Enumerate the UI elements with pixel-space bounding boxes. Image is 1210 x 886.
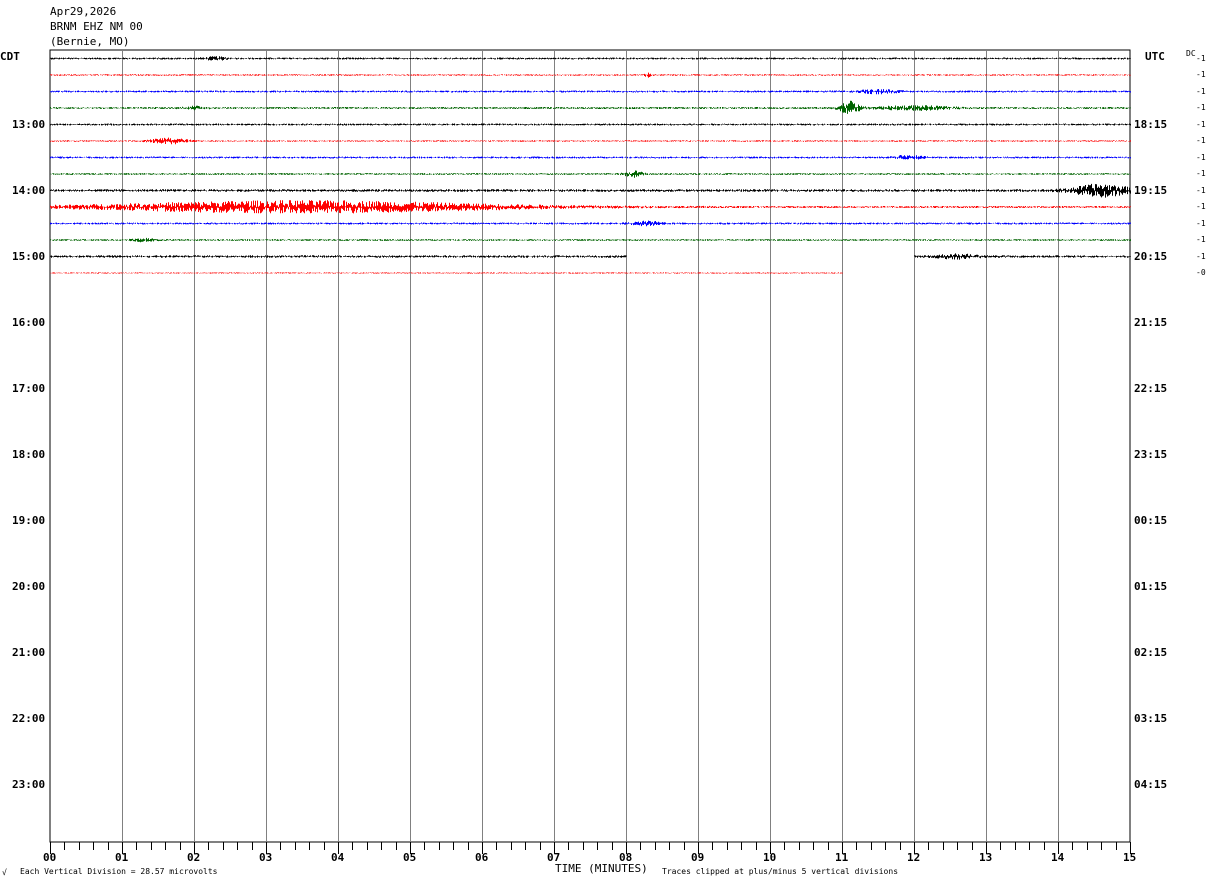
trace-line	[50, 170, 1131, 178]
x-tick-label: 00	[43, 851, 57, 864]
right-hour-label: 19:15	[1134, 183, 1168, 197]
left-hour-label: 17:00	[12, 381, 46, 395]
x-tick-label: 12	[907, 851, 921, 864]
right-hour-label: 01:15	[1134, 579, 1168, 593]
corner-mark: √	[2, 868, 7, 877]
trace-line	[50, 272, 843, 274]
trace-line	[50, 137, 1131, 145]
left-hour-label: 16:00	[12, 315, 46, 329]
dc-header-label: DC	[1186, 49, 1196, 58]
plot-date: Apr29,2026	[50, 5, 117, 18]
left-timezone-label: CDT	[0, 50, 20, 63]
x-tick-label: 15	[1123, 851, 1137, 864]
x-axis-title: TIME (MINUTES)	[555, 862, 648, 875]
helicorder-plot	[49, 49, 1131, 854]
right-hour-label: 18:15	[1134, 117, 1168, 131]
right-hour-label: 02:15	[1134, 645, 1168, 659]
dc-offset-label: -1	[1196, 152, 1206, 162]
dc-offset-label: -1	[1196, 218, 1206, 228]
trace-line	[50, 155, 1131, 160]
grid-lines	[49, 49, 1131, 843]
dc-offset-label: -1	[1196, 251, 1206, 261]
left-hour-label: 21:00	[12, 645, 46, 659]
dc-offset-label: -1	[1196, 119, 1206, 129]
left-hour-label: 13:00	[12, 117, 46, 131]
dc-offset-label: -1	[1196, 202, 1206, 211]
right-timezone-label: UTC	[1145, 50, 1165, 63]
left-hour-label: 15:00	[12, 249, 46, 263]
trace-line	[50, 89, 1131, 95]
x-tick-label: 13	[979, 851, 993, 864]
dc-offset-label: -1	[1196, 70, 1206, 79]
trace-line	[50, 200, 1131, 214]
right-hour-label: 04:15	[1134, 777, 1168, 791]
left-hour-label: 20:00	[12, 579, 46, 593]
trace-line	[50, 183, 1131, 198]
x-tick-label: 10	[763, 851, 777, 864]
x-tick-label: 11	[835, 851, 849, 864]
dc-offset-label: -1	[1196, 235, 1206, 244]
trace-line	[50, 100, 1131, 114]
x-tick-label: 02	[187, 851, 201, 864]
dc-offset-label: -1	[1196, 53, 1206, 63]
clipping-note: Traces clipped at plus/minus 5 vertical …	[662, 867, 899, 876]
station-code: BRNM EHZ NM 00	[50, 20, 143, 33]
x-tick-label: 09	[691, 851, 705, 864]
left-hour-label: 19:00	[12, 513, 46, 527]
x-axis-ticks	[50, 842, 1131, 854]
trace-line	[50, 220, 1131, 227]
dc-offset-label: -1	[1196, 185, 1206, 195]
right-hour-label: 21:15	[1134, 315, 1168, 329]
plot-frame	[49, 49, 1131, 843]
x-tick-label: 03	[259, 851, 273, 864]
x-tick-label: 05	[403, 851, 417, 864]
seismic-traces	[50, 56, 1131, 274]
right-hour-label: 22:15	[1134, 381, 1168, 395]
left-hour-label: 18:00	[12, 447, 46, 461]
right-hour-label: 20:15	[1134, 249, 1168, 263]
dc-offset-label: -1	[1196, 86, 1206, 96]
station-location: (Bernie, MO)	[50, 35, 130, 48]
dc-offset-label: -0	[1196, 268, 1206, 277]
right-hour-label: 03:15	[1134, 711, 1168, 725]
trace-line	[50, 56, 1131, 61]
vertical-division-note: Each Vertical Division = 28.57 microvolt…	[20, 867, 218, 876]
dc-offset-label: -1	[1196, 136, 1206, 145]
dc-offset-label: -1	[1196, 169, 1206, 178]
x-tick-label: 14	[1051, 851, 1065, 864]
trace-line	[50, 72, 1131, 78]
dc-offset-label: -1	[1196, 103, 1206, 112]
left-hour-label: 23:00	[12, 777, 46, 791]
trace-line	[914, 253, 1131, 260]
x-tick-label: 01	[115, 851, 129, 864]
trace-line	[50, 237, 1131, 243]
trace-line	[50, 123, 1131, 126]
left-hour-label: 22:00	[12, 711, 46, 725]
x-tick-label: 04	[331, 851, 345, 864]
x-tick-label: 06	[475, 851, 489, 864]
right-hour-label: 23:15	[1134, 447, 1168, 461]
left-hour-label: 14:00	[12, 183, 46, 197]
right-hour-label: 00:15	[1134, 513, 1168, 527]
